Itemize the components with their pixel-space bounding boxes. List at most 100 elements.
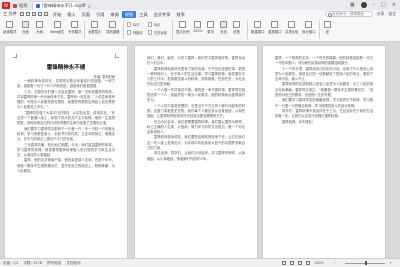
read-view-icon[interactable] [305,261,310,265]
share-button[interactable]: 分享 [377,11,385,17]
status-bar: 页面: 1/3 字数: 1578 拼写检查 文档校对 100% − + [0,258,400,267]
home-tab-icon [13,3,17,8]
avatar[interactable] [360,2,367,8]
side-by-side-button[interactable]: 并排比较 [285,21,299,34]
ribbon-divider [319,20,320,39]
file-menu[interactable]: 三 文件 [3,11,17,17]
document-page-1[interactable]: 雷锋精神永不褪 作者: 发布时间 一种精神永恒存在，并照亮无数后来者前行的道路，… [5,46,127,258]
page-width-button[interactable]: 页宽 [233,21,240,34]
gridline-checkbox[interactable] [127,30,131,35]
split-window-button[interactable]: 拆分窗口 [302,21,316,34]
menu-efficiency[interactable]: 效率 [173,11,187,18]
ruler-checkbox[interactable] [127,22,131,27]
paragraph: “雷锋同志做了大量平凡的事情，从实际出发，讲求实效，”在这样一个普通人身上，体现… [17,110,115,126]
menu-page[interactable]: 页面 [79,11,93,18]
task-pane-label: 任务窗格 [154,31,167,35]
paragraph: 雷锋精神是永恒的，我们要把这种精神传承下去，让它在我们这一代人身上发扬光大，为实… [147,135,245,151]
markup-label: 标记 [154,23,161,27]
menu-view[interactable]: 视图 [121,10,137,18]
comment-button[interactable]: 批注 [388,11,396,17]
web-layout-button[interactable]: Web版式 [50,21,64,34]
markup-checkbox[interactable] [148,22,152,27]
undo-icon[interactable] [37,12,42,16]
outline-button[interactable]: 大纲 [36,21,43,34]
print-icon[interactable] [31,12,36,16]
fullscreen-button[interactable]: 全屏显示 [88,21,102,34]
document-workspace[interactable]: 雷锋精神永不褪 作者: 发布时间 一种精神永恒存在，并照亮无数后来者前行的道路，… [0,43,400,258]
menu-member[interactable]: 会员专享 [151,11,174,18]
zoom-100-icon [194,21,202,28]
redo-icon[interactable] [43,12,48,16]
outline-icon [36,21,43,28]
book-icon [6,21,14,28]
ribbon-divider [247,20,248,39]
open-icon[interactable] [25,12,30,16]
zoom-button[interactable]: 显示比例 [176,21,190,34]
new-window-button[interactable]: 新建窗口 [251,21,265,34]
zoom-slider[interactable] [344,261,385,265]
zoom-slider-thumb[interactable] [364,261,367,265]
single-page-icon [207,21,214,28]
multi-page-button[interactable]: 多页 [220,21,227,34]
minimize-icon[interactable]: – [373,2,376,8]
paragraph: 同学们，雷锋精神不仅仅存在于三月，它应该存在于我们生活的每一天。让我们以实际行动… [275,108,373,119]
single-page-button[interactable]: 单页 [207,21,214,34]
web-view-icon[interactable] [297,261,302,265]
command-search-input[interactable]: 查找命令、搜索模板 [324,11,373,18]
close-window-icon[interactable]: × [392,2,396,8]
paragraph: 三月春风吹暖，阳光灿烂明媚。今天，我们重温雷锋的故事，学习雷锋的精神，就是要把雷… [17,142,115,158]
reading-mode-button[interactable]: 阅读模式 [3,21,17,34]
ribbon-divider [123,20,124,39]
document-page-3[interactable]: 雷锋，一个响亮的名字，一个时代的楷模。他的精神激励着一代又一代的中国人，成为我们… [263,46,385,258]
paragraph: 雷锋精神，永不褪色！ [282,119,315,124]
macro-button[interactable]: 宏 [324,21,331,34]
writing-mode-button[interactable]: 写作模式 [68,21,82,34]
ruler-label: 标尺 [133,23,140,27]
window-controls: ▦ – □ × [350,2,400,8]
menu-reference[interactable]: 引用 [93,11,107,18]
page-icon [22,21,29,28]
menu-insert[interactable]: 插入 [64,11,78,18]
save-icon[interactable] [19,12,24,16]
zoom-in-icon[interactable]: + [389,261,392,265]
ribbon-view: 阅读模式 页面 大纲 Web版式 写作模式 全屏显示 导航窗格 标尺 网格线 标… [0,18,400,42]
magnifier-icon [179,21,187,28]
print-layout-button[interactable]: 页面 [22,21,29,34]
paragraph: 一个人做一件好事并不难，难的是一辈子做好事。雷锋同志就是这样一个人，他始终如一地… [147,87,245,103]
paragraph: 一种精神永恒存在，并照亮无数后来者前行的道路，一种力量，激励着一代又一代人不断前… [17,79,115,89]
nav-pane-button[interactable]: 导航窗格 [106,21,120,34]
new-tab-button[interactable]: + [80,2,88,9]
zoom-out-icon[interactable]: − [333,261,336,265]
title-bar: W 稻壳 [雷锋精神永不]1.docx × + ▦ – □ × [0,0,400,10]
word-count[interactable]: 字数: 1578 [23,261,42,266]
menu-review[interactable]: 审阅 [107,11,121,18]
page-count[interactable]: 页面: 1/3 [3,261,18,266]
eye-protect-icon[interactable] [281,261,286,265]
pen-icon [71,21,79,28]
tab-document[interactable]: [雷锋精神永不]1.docx × [32,1,91,10]
page-width-icon [233,21,240,28]
word-doc-icon [36,4,40,8]
menu-tools[interactable]: 工具 [136,11,150,18]
arrange-windows-button[interactable]: 重排窗口 [268,21,282,34]
tab-home[interactable]: 稻壳 [10,1,32,10]
paragraph: 在当今社会中，我们更需要雷锋精神。我们要以雷锋为榜样，树立正确的人生观、价值观，… [147,119,245,135]
zoom-100-button[interactable]: 100% [193,21,203,33]
margin-mark [13,54,17,58]
menu-home[interactable]: 开始 [50,11,64,18]
maximize-icon[interactable]: □ [381,2,386,8]
arrange-icon [271,21,279,28]
spell-check[interactable]: 拼写检查 [47,261,61,266]
document-page-2[interactable]: 我们，我们，最终，为学习雷锋，我们学习雷锋做好事，雷锋永远在人们心中。 雷锋精神… [135,46,257,258]
multi-page-icon [220,21,227,28]
paragraph: 各位老师、同学们，让我们行动起来，学习雷锋好榜样，从我做起，从小事做起，争做新时… [147,151,245,161]
paragraph: 雷锋，他的名字家喻户晓，他的事迹感人至深。在那个年代，他像一颗永不生锈的螺丝钉，… [17,158,115,174]
paragraph: 一个人的力量是有限的，可是当千千万万的人都行动起来的时候，这股力量就是无穷的。我… [147,103,245,119]
doc-proofread[interactable]: 文档校对 [66,261,80,266]
paragraph: 我们，我们，最终，为学习雷锋，我们学习雷锋做好事，雷锋永远在人们心中。 [147,56,245,66]
task-pane-checkbox[interactable] [148,30,152,35]
paragraph: 我们要学习雷锋同志那种干一行爱一行、专一行精一行的敬业精神，学习他艰苦奋斗、勤俭… [17,126,115,142]
grid-icon[interactable]: ▦ [350,2,355,8]
page-view-icon[interactable] [289,261,294,265]
status-right: 100% − + [281,261,400,265]
